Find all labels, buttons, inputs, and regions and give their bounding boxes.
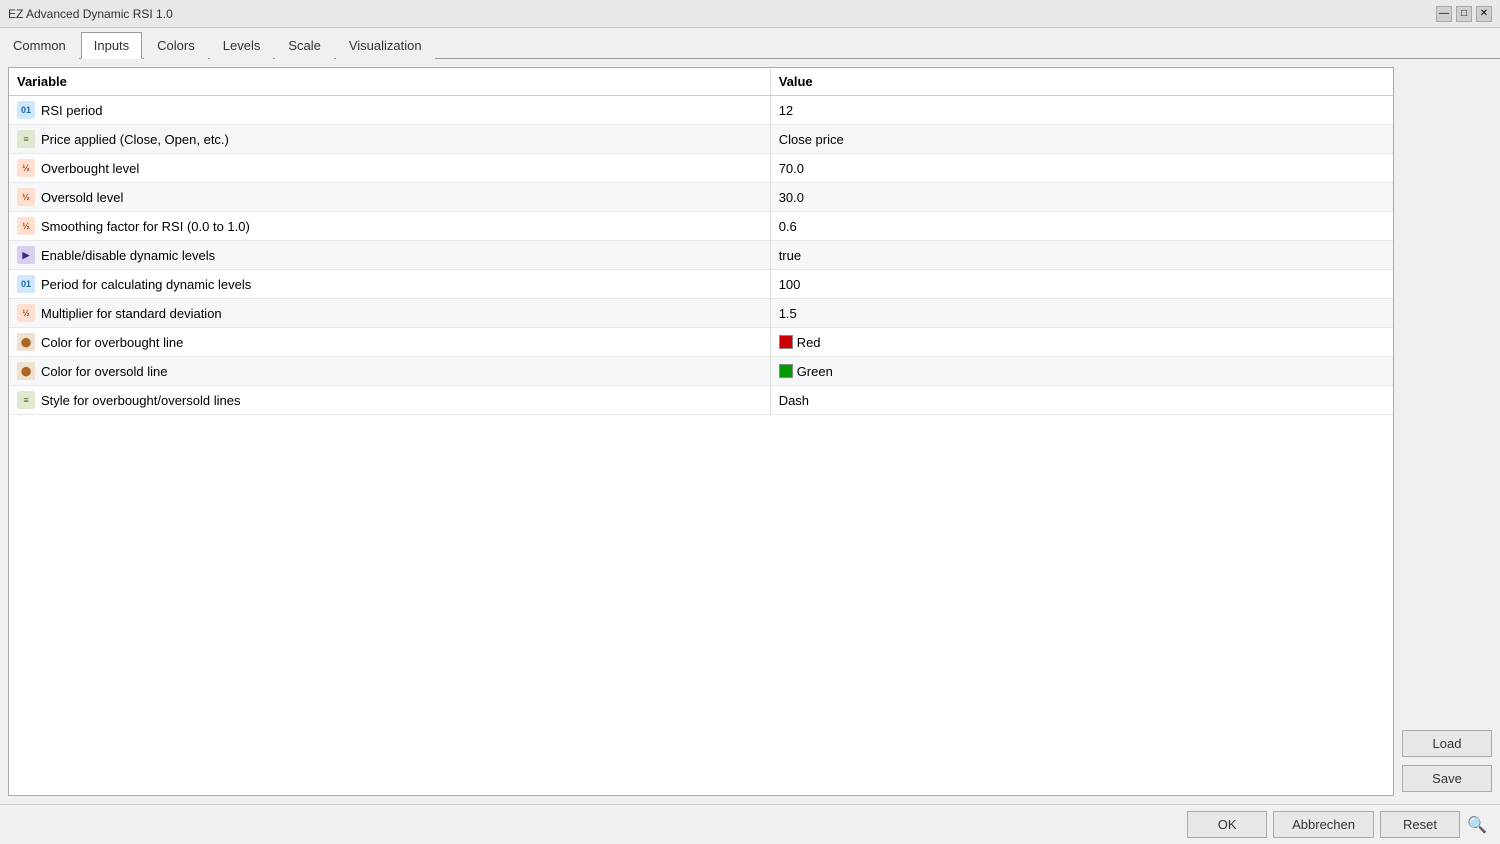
value-cell[interactable]: 1.5	[770, 299, 1393, 328]
value-text: 1.5	[779, 306, 797, 321]
variable-label: Color for oversold line	[41, 364, 167, 379]
table-row[interactable]: 01 RSI period 12	[9, 96, 1393, 125]
value-text: 12	[779, 103, 793, 118]
reset-button[interactable]: Reset	[1380, 811, 1460, 838]
variable-label: Multiplier for standard deviation	[41, 306, 222, 321]
color-swatch	[779, 335, 793, 349]
table-row[interactable]: ½ Multiplier for standard deviation 1.5	[9, 299, 1393, 328]
table-row[interactable]: ≡ Price applied (Close, Open, etc.) Close …	[9, 125, 1393, 154]
variable-cell: ≡ Price applied (Close, Open, etc.)	[9, 125, 770, 154]
table-row[interactable]: ⬤ Color for overbought line Red	[9, 328, 1393, 357]
variable-label: Overbought level	[41, 161, 139, 176]
variable-cell: ≡ Style for overbought/oversold lines	[9, 386, 770, 415]
right-panel: Load Save	[1402, 67, 1492, 796]
value-text: 100	[779, 277, 801, 292]
variable-cell: ½ Multiplier for standard deviation	[9, 299, 770, 328]
value-cell[interactable]: Green	[770, 357, 1393, 386]
icon-list: ≡	[17, 130, 35, 148]
icon-01: 01	[17, 101, 35, 119]
value-text: Red	[797, 335, 821, 350]
tab-visualization[interactable]: Visualization	[336, 32, 435, 59]
table-row[interactable]: ⬤ Color for oversold line Green	[9, 357, 1393, 386]
value-text: Dash	[779, 393, 809, 408]
icon-01: 01	[17, 275, 35, 293]
main-content: Common Inputs Colors Levels Scale Visual…	[0, 28, 1500, 844]
icon-frac: ½	[17, 304, 35, 322]
parameter-table: Variable Value 01 RSI period 12 ≡ Price appl…	[9, 68, 1393, 415]
variable-cell: ½ Overbought level	[9, 154, 770, 183]
table-row[interactable]: ▶ Enable/disable dynamic levels true	[9, 241, 1393, 270]
variable-cell: ⬤ Color for overbought line	[9, 328, 770, 357]
variable-label: Smoothing factor for RSI (0.0 to 1.0)	[41, 219, 250, 234]
variable-cell: ½ Oversold level	[9, 183, 770, 212]
close-button[interactable]: ✕	[1476, 6, 1492, 22]
column-header-variable: Variable	[9, 68, 770, 96]
table-row[interactable]: ½ Smoothing factor for RSI (0.0 to 1.0) 0.…	[9, 212, 1393, 241]
value-cell[interactable]: true	[770, 241, 1393, 270]
value-cell[interactable]: Close price	[770, 125, 1393, 154]
value-text: Green	[797, 364, 833, 379]
icon-frac: ½	[17, 188, 35, 206]
icon-color: ⬤	[17, 333, 35, 351]
value-cell[interactable]: 0.6	[770, 212, 1393, 241]
save-button[interactable]: Save	[1402, 765, 1492, 792]
table-row[interactable]: ½ Oversold level 30.0	[9, 183, 1393, 212]
abbrechen-button[interactable]: Abbrechen	[1273, 811, 1374, 838]
bottom-bar: OK Abbrechen Reset 🔍	[0, 804, 1500, 844]
table-row[interactable]: ≡ Style for overbought/oversold lines Dash	[9, 386, 1393, 415]
icon-bool: ▶	[17, 246, 35, 264]
variable-cell: 01 Period for calculating dynamic levels	[9, 270, 770, 299]
icon-list: ≡	[17, 391, 35, 409]
variable-cell: ⬤ Color for oversold line	[9, 357, 770, 386]
value-cell[interactable]: 70.0	[770, 154, 1393, 183]
variable-label: Price applied (Close, Open, etc.)	[41, 132, 229, 147]
variable-label: Enable/disable dynamic levels	[41, 248, 215, 263]
icon-frac: ½	[17, 159, 35, 177]
value-cell[interactable]: Dash	[770, 386, 1393, 415]
value-text: 0.6	[779, 219, 797, 234]
maximize-button[interactable]: □	[1456, 6, 1472, 22]
icon-frac: ½	[17, 217, 35, 235]
color-swatch	[779, 364, 793, 378]
tab-inputs[interactable]: Inputs	[81, 32, 142, 59]
column-header-value: Value	[770, 68, 1393, 96]
tab-common[interactable]: Common	[0, 32, 79, 59]
minimize-button[interactable]: —	[1436, 6, 1452, 22]
value-cell[interactable]: 12	[770, 96, 1393, 125]
tab-colors[interactable]: Colors	[144, 32, 208, 59]
value-cell[interactable]: 100	[770, 270, 1393, 299]
variable-cell: 01 RSI period	[9, 96, 770, 125]
variable-cell: ½ Smoothing factor for RSI (0.0 to 1.0)	[9, 212, 770, 241]
value-text: 70.0	[779, 161, 804, 176]
variable-label: RSI period	[41, 103, 102, 118]
parameter-table-container: Variable Value 01 RSI period 12 ≡ Price appl…	[8, 67, 1394, 796]
tab-scale[interactable]: Scale	[275, 32, 334, 59]
variable-label: Style for overbought/oversold lines	[41, 393, 240, 408]
value-cell[interactable]: Red	[770, 328, 1393, 357]
ok-button[interactable]: OK	[1187, 811, 1267, 838]
value-cell[interactable]: 30.0	[770, 183, 1393, 212]
zoom-icon[interactable]: 🔍	[1466, 814, 1488, 836]
value-text: 30.0	[779, 190, 804, 205]
variable-label: Color for overbought line	[41, 335, 183, 350]
value-text: Close price	[779, 132, 844, 147]
window-title: EZ Advanced Dynamic RSI 1.0	[8, 7, 173, 21]
window-controls: — □ ✕	[1436, 6, 1492, 22]
tab-bar: Common Inputs Colors Levels Scale Visual…	[0, 28, 1500, 59]
tab-levels[interactable]: Levels	[210, 32, 274, 59]
load-button[interactable]: Load	[1402, 730, 1492, 757]
content-area: Variable Value 01 RSI period 12 ≡ Price appl…	[0, 59, 1500, 804]
variable-label: Oversold level	[41, 190, 123, 205]
variable-label: Period for calculating dynamic levels	[41, 277, 251, 292]
value-text: true	[779, 248, 801, 263]
title-bar: EZ Advanced Dynamic RSI 1.0 — □ ✕	[0, 0, 1500, 28]
icon-color: ⬤	[17, 362, 35, 380]
table-row[interactable]: 01 Period for calculating dynamic levels 1…	[9, 270, 1393, 299]
table-row[interactable]: ½ Overbought level 70.0	[9, 154, 1393, 183]
variable-cell: ▶ Enable/disable dynamic levels	[9, 241, 770, 270]
